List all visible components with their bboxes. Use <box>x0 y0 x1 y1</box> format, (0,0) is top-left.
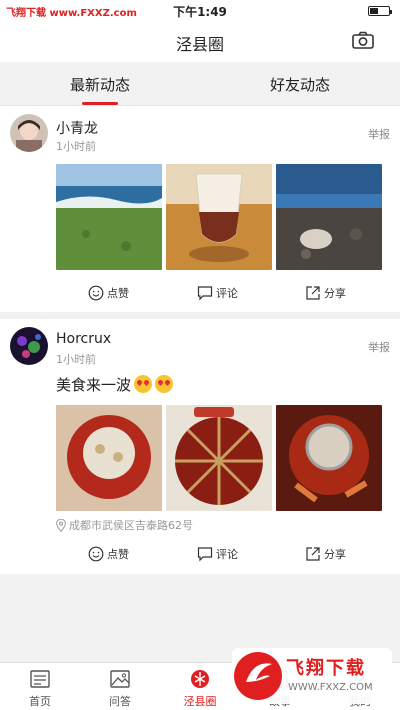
post-actions: 点赞 评论 分享 <box>0 282 400 304</box>
smile-icon <box>88 285 104 301</box>
post-username[interactable]: Horcrux <box>56 331 111 347</box>
page-title: 泾县圈 <box>175 35 224 54</box>
nav-bar: 泾县圈 <box>0 22 400 62</box>
avatar[interactable] <box>10 327 48 365</box>
post-text-body: 美食来一波 <box>56 376 132 394</box>
post-card: 小青龙 1小时前 举报 点赞 评论 分享 <box>0 106 400 312</box>
brand-title: 飞翔下载 <box>286 658 366 679</box>
comment-label: 评论 <box>216 548 238 561</box>
share-icon <box>306 286 320 300</box>
comment-button[interactable]: 评论 <box>197 282 238 304</box>
post-image-coast[interactable] <box>56 164 162 270</box>
brand-watermark: 飞翔下载 WWW.FXXZ.COM <box>232 648 392 704</box>
share-icon <box>306 547 320 561</box>
share-label: 分享 <box>324 548 346 561</box>
heart-eyes-icon <box>155 375 174 393</box>
home-icon <box>30 670 50 688</box>
smile-icon <box>88 546 104 562</box>
comment-button[interactable]: 评论 <box>197 543 238 565</box>
comment-icon <box>197 547 213 562</box>
post-username[interactable]: 小青龙 <box>56 118 98 138</box>
tab-latest[interactable]: 最新动态 <box>0 74 200 95</box>
post-image-hotpot-3[interactable] <box>276 405 382 511</box>
tabbar-item-home[interactable]: 首页 <box>0 663 80 710</box>
share-button[interactable]: 分享 <box>305 282 346 304</box>
camera-icon[interactable] <box>352 31 374 49</box>
post-actions: 点赞 评论 分享 <box>0 543 400 565</box>
tab-friends[interactable]: 好友动态 <box>200 74 400 95</box>
share-label: 分享 <box>324 287 346 300</box>
post-location[interactable]: 成都市武侯区吉泰路62号 <box>56 517 193 533</box>
report-link[interactable]: 举报 <box>368 126 390 142</box>
brand-logo <box>234 652 282 700</box>
like-label: 点赞 <box>107 287 129 300</box>
status-bar: 飞翔下载 www.FXXZ.com 下午1:49 <box>0 0 400 22</box>
circle-icon <box>191 670 209 688</box>
tabbar-label: 问答 <box>109 695 131 708</box>
report-link[interactable]: 举报 <box>368 339 390 355</box>
like-label: 点赞 <box>107 548 129 561</box>
brand-url: WWW.FXXZ.COM <box>288 682 373 693</box>
like-button[interactable]: 点赞 <box>88 543 129 565</box>
post-image-drink[interactable] <box>166 164 272 270</box>
active-tab-indicator <box>82 102 118 105</box>
like-button[interactable]: 点赞 <box>88 282 129 304</box>
status-time: 下午1:49 <box>173 5 227 19</box>
feed-tabs: 最新动态 好友动态 <box>0 62 400 106</box>
location-pin-icon <box>56 518 66 532</box>
qa-icon <box>110 670 130 688</box>
avatar[interactable] <box>10 114 48 152</box>
post-time: 1小时前 <box>56 140 96 153</box>
tabbar-item-circle[interactable]: 泾县圈 <box>160 663 240 710</box>
comment-label: 评论 <box>216 287 238 300</box>
post-text: 美食来一波 <box>56 374 174 395</box>
post-image-lakeside[interactable] <box>276 164 382 270</box>
post-card: Horcrux 1小时前 举报 美食来一波 成都市武侯区吉泰路62号 点赞 评论… <box>0 319 400 574</box>
location-text: 成都市武侯区吉泰路62号 <box>69 519 193 532</box>
tabbar-label: 首页 <box>29 695 51 708</box>
tabbar-label: 泾县圈 <box>183 695 217 708</box>
post-image-hotpot-2[interactable] <box>166 405 272 511</box>
battery-icon <box>368 6 392 16</box>
post-image-hotpot-1[interactable] <box>56 405 162 511</box>
heart-eyes-icon <box>134 375 153 393</box>
tabbar-item-qa[interactable]: 问答 <box>80 663 160 710</box>
post-time: 1小时前 <box>56 353 96 366</box>
share-button[interactable]: 分享 <box>305 543 346 565</box>
comment-icon <box>197 286 213 301</box>
